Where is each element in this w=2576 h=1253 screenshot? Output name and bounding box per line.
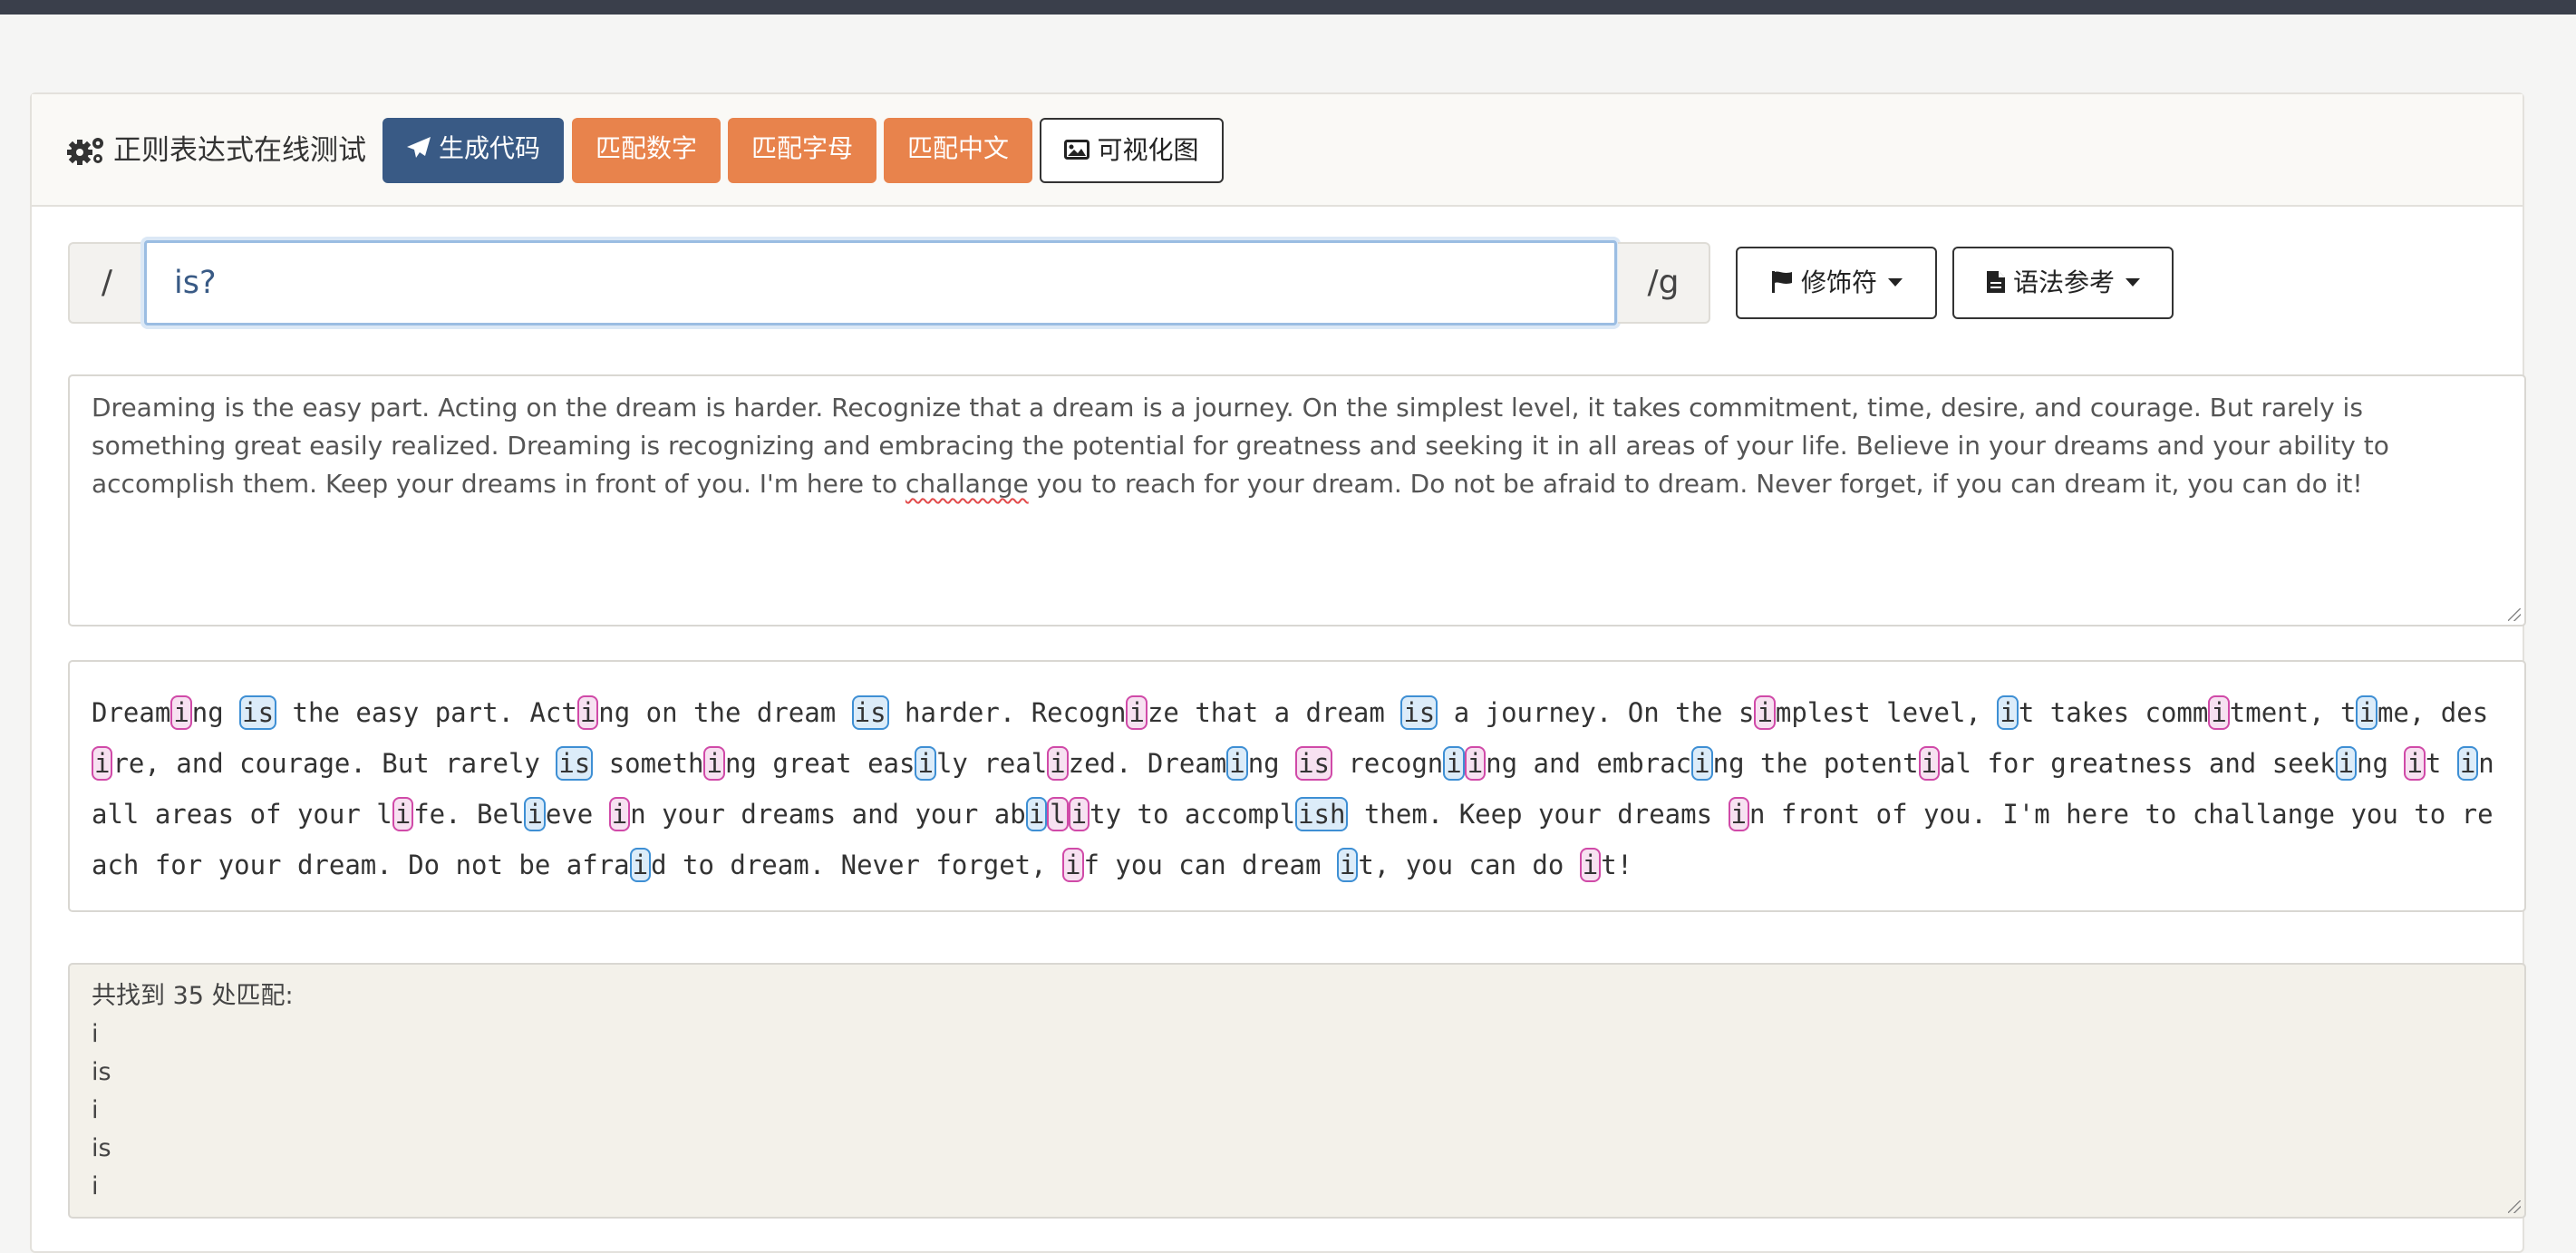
- gears-icon: [67, 138, 103, 165]
- match-highlight: is: [851, 695, 889, 730]
- match-chinese-label: 匹配中文: [906, 133, 1009, 163]
- match-highlight: i: [2335, 746, 2358, 781]
- match-letters-button[interactable]: 匹配字母: [728, 118, 876, 183]
- match-highlight: i: [1062, 848, 1084, 882]
- regex-tester-card: 正则表达式在线测试 生成代码 匹配数字 匹配字母 匹配中文 可视化图 / is?…: [30, 92, 2526, 1253]
- match-highlight: i: [2208, 695, 2230, 730]
- match-highlight: i: [1226, 746, 1248, 781]
- match-highlight-output: Dream i ng is the easy part. Act i ng on the…: [68, 660, 2526, 912]
- resize-handle[interactable]: [2508, 1200, 2521, 1213]
- match-item: is: [92, 1058, 111, 1086]
- match-highlight: i: [524, 797, 546, 831]
- syntax-reference-label: 语法参考: [2012, 267, 2115, 297]
- match-highlight: i: [92, 746, 113, 781]
- match-highlight: i: [1754, 695, 1776, 730]
- visualize-label: 可视化图: [1097, 135, 1199, 165]
- document-icon: [1986, 271, 2005, 293]
- match-highlight: i: [2456, 746, 2479, 781]
- misspelled-word: challange: [905, 469, 1029, 499]
- match-highlight: i: [703, 746, 725, 781]
- test-text-after: you to reach for your dream. Do not be a…: [1028, 469, 2363, 499]
- match-item: is: [92, 1134, 111, 1162]
- card-header: 正则表达式在线测试 生成代码 匹配数字 匹配字母 匹配中文 可视化图: [32, 94, 2523, 207]
- match-highlight: l: [1047, 797, 1069, 831]
- generate-code-label: 生成代码: [438, 133, 540, 163]
- match-item: i: [92, 1020, 99, 1048]
- caret-down-icon: [1888, 277, 1903, 287]
- top-bar: [0, 0, 2576, 15]
- image-icon: [1064, 140, 1090, 160]
- modifiers-label: 修饰符: [1800, 267, 1877, 297]
- match-highlight: i: [608, 797, 631, 831]
- syntax-reference-dropdown[interactable]: 语法参考: [1952, 247, 2174, 319]
- match-highlight: is: [556, 746, 594, 781]
- paper-plane-icon: [406, 137, 431, 158]
- match-highlight: i: [1691, 746, 1713, 781]
- match-highlight: i: [392, 797, 414, 831]
- match-list-output[interactable]: 共找到 35 处匹配: i is i is i: [68, 963, 2526, 1219]
- match-highlight: i: [629, 848, 652, 882]
- match-count-summary: 共找到 35 处匹配:: [92, 982, 294, 1010]
- match-chinese-button[interactable]: 匹配中文: [884, 118, 1032, 183]
- page-title: 正则表达式在线测试: [113, 134, 366, 167]
- match-highlight: i: [1068, 797, 1090, 831]
- match-item: i: [92, 1096, 99, 1124]
- match-highlight: i: [1025, 797, 1048, 831]
- match-highlight: i: [1728, 797, 1749, 831]
- generate-code-button[interactable]: 生成代码: [383, 118, 564, 183]
- visualize-button[interactable]: 可视化图: [1040, 118, 1224, 183]
- regex-left-delimiter: /: [68, 242, 144, 324]
- match-highlight: i: [1443, 746, 1465, 781]
- match-highlight: ish: [1295, 797, 1349, 831]
- match-highlight: i: [1126, 695, 1148, 730]
- match-highlight: i: [1579, 848, 1602, 882]
- regex-pattern-input[interactable]: is?: [144, 240, 1617, 325]
- match-highlight: i: [170, 695, 192, 730]
- match-highlight: i: [1918, 746, 1941, 781]
- resize-handle[interactable]: [2508, 608, 2521, 621]
- regex-flags: /g: [1618, 242, 1710, 324]
- match-highlight: i: [1336, 848, 1359, 882]
- match-digits-button[interactable]: 匹配数字: [572, 118, 721, 183]
- match-highlight: i: [2404, 746, 2426, 781]
- match-highlight: i: [576, 695, 599, 730]
- match-highlight: i: [1997, 695, 2019, 730]
- match-item: i: [92, 1172, 99, 1200]
- test-text-input[interactable]: Dreaming is the easy part. Acting on the…: [68, 374, 2526, 626]
- match-highlight: i: [1464, 746, 1487, 781]
- match-highlight: i: [915, 746, 936, 781]
- caret-down-icon: [2126, 277, 2140, 287]
- modifiers-dropdown[interactable]: 修饰符: [1736, 247, 1937, 319]
- match-highlight: i: [1047, 746, 1069, 781]
- flag-icon: [1771, 271, 1792, 293]
- match-highlight: is: [239, 695, 277, 730]
- match-digits-label: 匹配数字: [595, 133, 697, 163]
- match-highlight: i: [2356, 695, 2377, 730]
- match-highlight: is: [1400, 695, 1438, 730]
- match-highlight: is: [1295, 746, 1333, 781]
- match-letters-label: 匹配字母: [751, 133, 853, 163]
